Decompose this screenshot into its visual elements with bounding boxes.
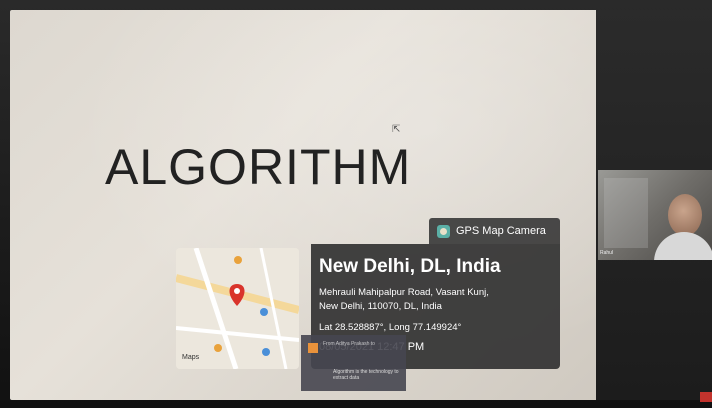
participant-video-tile[interactable]: Rahul [598, 170, 712, 260]
address-line-1: Mehrauli Mahipalpur Road, Vasant Kunj, [319, 287, 489, 298]
chat-sender: From Aditya Prakash to [323, 341, 375, 347]
location-address: Mehrauli Mahipalpur Road, Vasant Kunj, N… [319, 286, 552, 314]
participant-name: Rahul [600, 250, 614, 256]
map-thumbnail: Maps [176, 248, 299, 369]
gps-camera-label: GPS Map Camera [456, 225, 546, 237]
mouse-cursor-icon: ⇱ [392, 124, 401, 135]
address-line-2: New Delhi, 110070, DL, India [319, 301, 442, 312]
maps-logo: Maps [182, 354, 200, 361]
map-graphic [176, 248, 299, 369]
gps-camera-icon [437, 224, 450, 238]
slide-title: ALGORITHM [105, 139, 412, 195]
chat-notification[interactable]: From Aditya Prakash to Algorithm is the … [301, 335, 406, 391]
background-wall [604, 178, 648, 248]
gps-camera-tag: GPS Map Camera [429, 218, 560, 244]
participant-head [668, 194, 702, 236]
location-coordinates: Lat 28.528887°, Long 77.149924° [319, 322, 462, 333]
record-indicator [700, 392, 712, 402]
participant-body [654, 232, 712, 260]
location-city: New Delhi, DL, India [319, 256, 501, 277]
chat-message: Algorithm is the technology to extract d… [333, 369, 399, 381]
photo-frame: ALGORITHM ⇱ Rahul Maps GPS Map Camera Ne… [0, 0, 712, 408]
